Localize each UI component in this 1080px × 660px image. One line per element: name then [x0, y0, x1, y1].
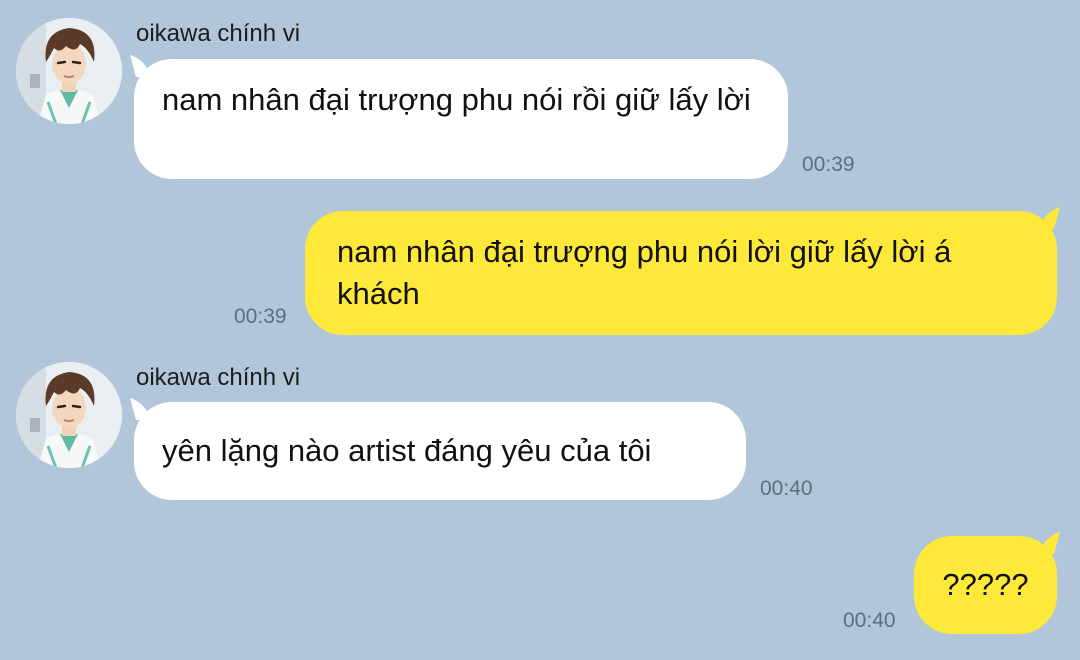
message-timestamp: 00:39	[802, 153, 855, 176]
message-text: nam nhân đại trượng phu nói lời giữ lấy …	[337, 234, 952, 311]
message-text: nam nhân đại trượng phu nói rồi giữ lấy …	[162, 82, 751, 117]
outgoing-message-bubble[interactable]: ?????	[914, 536, 1057, 634]
message-timestamp: 00:40	[760, 477, 813, 500]
sender-name: oikawa chính vi	[136, 20, 301, 47]
incoming-message-bubble[interactable]: yên lặng nào artist đáng yêu của tôi	[134, 402, 746, 500]
message-text: yên lặng nào artist đáng yêu của tôi	[162, 433, 652, 468]
avatar-icon	[16, 362, 122, 468]
avatar[interactable]	[16, 362, 122, 468]
message-timestamp: 00:39	[234, 305, 287, 328]
message-timestamp: 00:40	[843, 609, 896, 632]
message-text: ?????	[942, 567, 1029, 602]
avatar[interactable]	[16, 18, 122, 124]
outgoing-message-bubble[interactable]: nam nhân đại trượng phu nói lời giữ lấy …	[305, 211, 1057, 335]
sender-name: oikawa chính vi	[136, 364, 301, 391]
incoming-message-bubble[interactable]: nam nhân đại trượng phu nói rồi giữ lấy …	[134, 59, 788, 179]
avatar-icon	[16, 18, 122, 124]
